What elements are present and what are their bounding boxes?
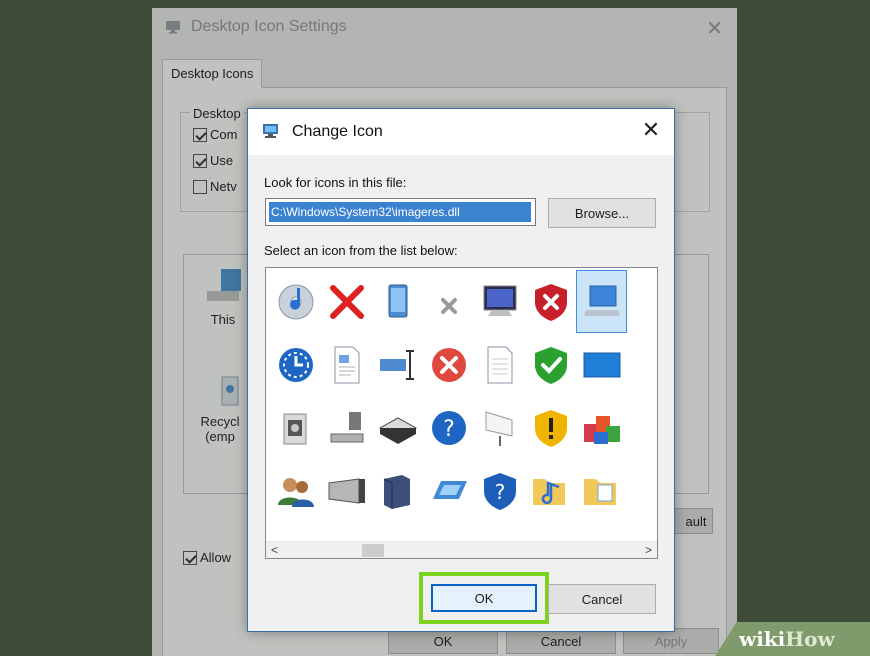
checkbox-allow-themes[interactable]: Allow: [183, 550, 231, 565]
this-pc-label: This: [210, 312, 236, 327]
checkbox-box[interactable]: [193, 153, 207, 168]
icon-list[interactable]: ? ? < >: [265, 267, 658, 559]
this-pc-item[interactable]: This: [198, 267, 248, 327]
select-icon-label: Select an icon from the list below:: [264, 243, 458, 258]
checkbox-label: Use: [210, 153, 234, 168]
scroll-right-arrow[interactable]: >: [640, 542, 657, 558]
cancel-button[interactable]: Cancel: [548, 584, 656, 614]
checkbox-box[interactable]: [193, 127, 207, 142]
checkbox-label: Allow: [200, 550, 232, 565]
file-path-value[interactable]: C:\Windows\System32\imageres.dll: [269, 202, 531, 222]
close-icon[interactable]: ✕: [640, 119, 662, 141]
scanner-icon[interactable]: [372, 396, 423, 459]
checkbox-box[interactable]: [193, 179, 207, 194]
blue-question-icon[interactable]: ?: [423, 396, 474, 459]
look-for-label: Look for icons in this file:: [264, 175, 407, 190]
computer-icon: [207, 269, 241, 301]
list-partial-icon[interactable]: [627, 459, 657, 522]
shield-blue-question-icon[interactable]: ?: [474, 459, 525, 522]
document-folder-icon[interactable]: [576, 459, 627, 522]
checkbox-label: Netv: [210, 179, 237, 194]
checkbox-user-files[interactable]: Use: [193, 153, 233, 168]
music-disc-icon[interactable]: [270, 270, 321, 333]
users-icon[interactable]: [270, 459, 321, 522]
watermark-wiki: wiki: [739, 627, 786, 651]
browse-button[interactable]: Browse...: [548, 198, 656, 228]
restore-default-label: ault: [685, 513, 707, 529]
projector-screen-icon[interactable]: [474, 396, 525, 459]
group-title: Desktop: [190, 106, 244, 121]
file-path-input[interactable]: C:\Windows\System32\imageres.dll: [265, 198, 536, 226]
folder-partial-icon[interactable]: [627, 270, 657, 333]
recycle-bin-label: Recycl: [200, 414, 240, 429]
scroll-left-arrow[interactable]: <: [266, 542, 283, 558]
shield-red-x-icon[interactable]: [525, 270, 576, 333]
checkbox-computer[interactable]: Com: [193, 127, 237, 142]
blue-screen-icon[interactable]: [576, 333, 627, 396]
network-computer-icon[interactable]: [321, 396, 372, 459]
scroll-thumb[interactable]: [362, 544, 384, 557]
screen: Desktop Icon Settings ✕ Desktop Icons De…: [0, 0, 870, 656]
small-gray-x-icon[interactable]: [423, 270, 474, 333]
dialog-titlebar: Change Icon: [248, 109, 674, 155]
horizontal-scrollbar[interactable]: < >: [266, 541, 657, 558]
watermark-how: How: [785, 627, 835, 651]
book-icon[interactable]: [372, 459, 423, 522]
bg-window-title: Desktop Icon Settings: [191, 18, 347, 35]
tablet-device-icon[interactable]: [372, 270, 423, 333]
blue-clock-icon[interactable]: [270, 333, 321, 396]
change-icon-dialog: Change Icon ✕ Look for icons in this fil…: [247, 108, 675, 632]
shield-yellow-warning-icon[interactable]: [525, 396, 576, 459]
monitor-icon[interactable]: [474, 270, 525, 333]
svg-text:?: ?: [494, 480, 505, 504]
tab-desktop-icons[interactable]: Desktop Icons: [162, 59, 263, 88]
red-x-icon[interactable]: [321, 270, 372, 333]
colorful-blocks-icon[interactable]: [576, 396, 627, 459]
checkbox-box[interactable]: [183, 550, 197, 565]
laptop-screen-icon[interactable]: [576, 270, 627, 333]
music-folder-icon[interactable]: [525, 459, 576, 522]
blue-card-icon[interactable]: [423, 459, 474, 522]
drive-icon[interactable]: [321, 459, 372, 522]
dialog-title: Change Icon: [292, 123, 383, 140]
recycle-bin-sublabel: (emp: [205, 429, 235, 444]
bg-close-icon[interactable]: ✕: [706, 16, 723, 41]
text-cursor-icon[interactable]: [372, 333, 423, 396]
svg-text:?: ?: [443, 417, 455, 442]
gray-partial-icon[interactable]: [627, 333, 657, 396]
document-image-icon[interactable]: [321, 333, 372, 396]
blank-document-icon[interactable]: [474, 333, 525, 396]
folder-partial-icon-2[interactable]: [627, 396, 657, 459]
desktop-settings-icon: [165, 20, 181, 34]
change-icon-app-icon: [262, 123, 282, 142]
checkbox-label: Com: [210, 127, 238, 142]
recycle-bin-item[interactable]: Recycl (emp: [190, 371, 250, 444]
ok-button[interactable]: OK: [431, 584, 537, 612]
wikihow-watermark: wikiHow: [715, 622, 870, 656]
bg-tabstrip: Desktop Icons: [162, 59, 727, 88]
recycle-bin-icon: [221, 376, 239, 406]
icon-grid: ? ?: [270, 270, 657, 522]
red-circle-x-icon[interactable]: [423, 333, 474, 396]
media-player-icon[interactable]: [270, 396, 321, 459]
shield-green-check-icon[interactable]: [525, 333, 576, 396]
bg-titlebar: Desktop Icon Settings: [152, 8, 737, 46]
checkbox-network[interactable]: Netv: [193, 179, 237, 194]
